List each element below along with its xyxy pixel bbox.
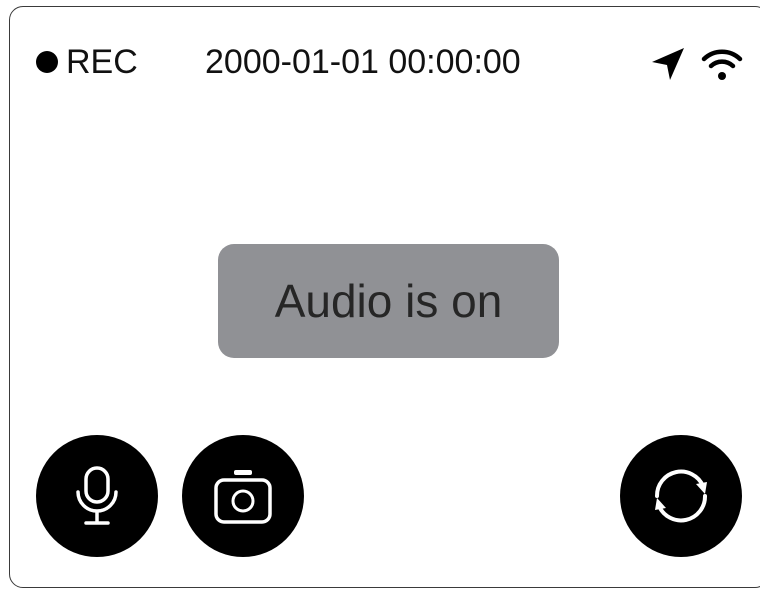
wifi-icon	[701, 49, 743, 80]
switch-camera-button[interactable]	[620, 435, 742, 557]
location-arrow-icon	[652, 48, 684, 80]
switch-camera-icon	[654, 469, 708, 523]
camera-icon	[214, 470, 272, 524]
camera-button[interactable]	[182, 435, 304, 557]
toast-message: Audio is on	[274, 275, 503, 327]
rec-label: REC	[66, 43, 138, 81]
microphone-icon	[76, 466, 118, 525]
audio-toast: Audio is on	[218, 244, 559, 358]
record-indicator-dot	[36, 51, 58, 73]
status-bar: REC 2000-01-01 00:00:00	[0, 0, 760, 120]
datetime-display: 2000-01-01 00:00:00	[205, 43, 521, 81]
microphone-button[interactable]	[36, 435, 158, 557]
